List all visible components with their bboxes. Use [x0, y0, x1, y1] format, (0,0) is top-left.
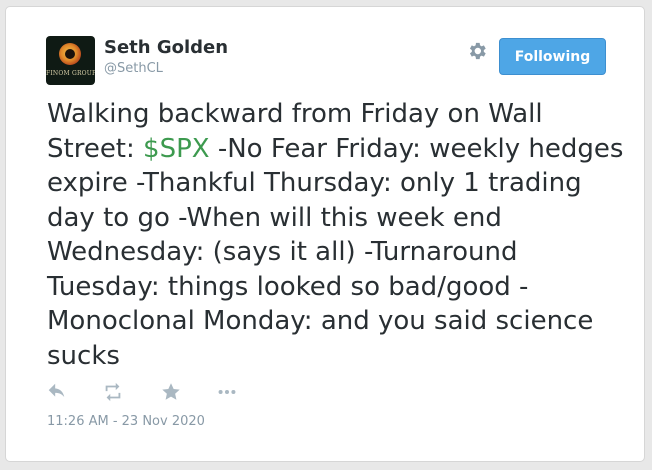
gear-icon[interactable] [466, 40, 488, 62]
avatar-logo-center [65, 49, 75, 59]
retweet-icon[interactable] [102, 381, 124, 403]
more-icon[interactable] [216, 381, 238, 403]
display-name[interactable]: Seth Golden [104, 37, 228, 59]
avatar-wordmark: FINOM GROUP [46, 70, 95, 77]
tweet-text: Walking backward from Friday on Wall Str… [47, 97, 627, 373]
tweet-text-after: -No Fear Friday: weekly hedges expire -T… [47, 133, 624, 371]
tweet-card: FINOM GROUP Seth Golden @SethCL Followin… [5, 6, 645, 462]
reply-icon[interactable] [46, 381, 68, 403]
following-button[interactable]: Following [499, 38, 606, 75]
avatar[interactable]: FINOM GROUP [46, 36, 95, 85]
tweet-timestamp[interactable]: 11:26 AM - 23 Nov 2020 [47, 414, 205, 430]
cashtag-link[interactable]: $SPX [143, 134, 210, 164]
user-handle[interactable]: @SethCL [104, 61, 163, 77]
favorite-icon[interactable] [160, 381, 182, 403]
